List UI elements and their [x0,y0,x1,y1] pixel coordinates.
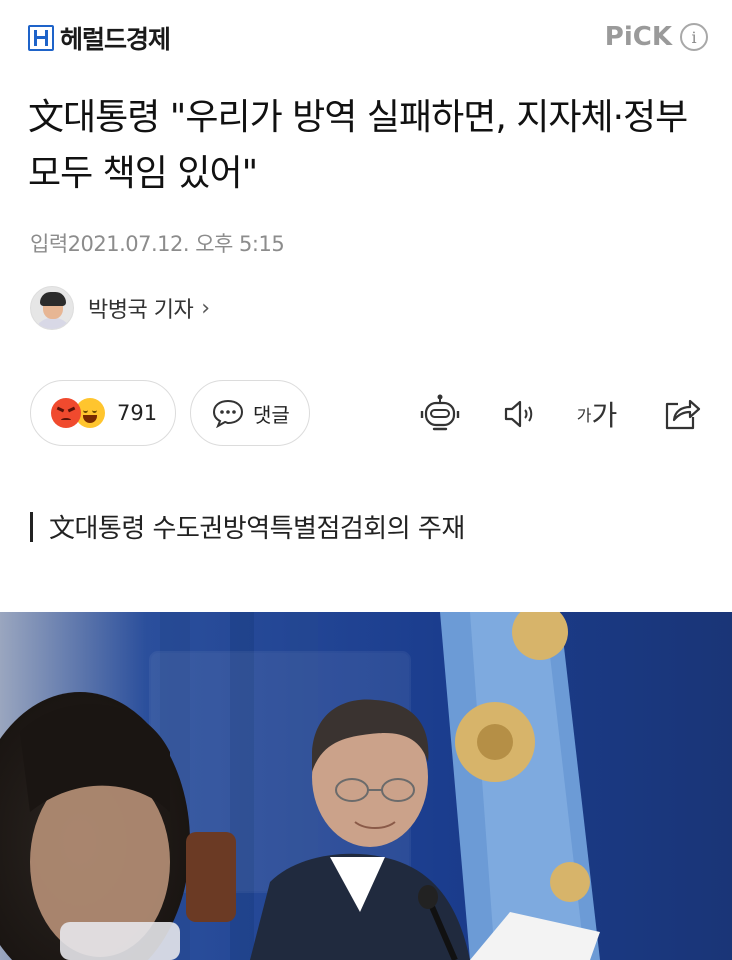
article-headline: 文대통령 "우리가 방역 실패하면, 지자체·정부 모두 책임 있어" [28,97,688,194]
pick-badge[interactable]: PiCK i [605,22,708,52]
chevron-right-icon: › [201,295,211,321]
font-size-button[interactable]: 가 가 [575,392,619,436]
font-small-label: 가 [576,406,592,425]
share-icon [665,399,701,430]
pick-label: PiCK [604,22,672,52]
font-large-label: 가 [591,399,618,432]
reporter-link[interactable]: 박병국 기자 › [30,286,210,330]
brand-mark-icon [28,25,54,51]
comment-label: 댓글 [253,402,290,427]
photo-caption: 文대통령 수도권방역특별점검회의 주재 [30,508,465,545]
brand-logo[interactable]: 헤럴드경제 [28,20,171,56]
caption-bar [30,511,33,542]
brand-name: 헤럴드경제 [60,25,171,54]
caption-text: 文대통령 수도권방역특별점검회의 주재 [49,514,465,544]
photo-illustration [0,612,732,960]
action-bar: 791 댓글 가 가 [30,380,710,446]
reaction-count: 791 [117,401,158,425]
speaker-icon [504,400,533,428]
reporter-name: 박병국 기자 [88,298,194,323]
reaction-button[interactable]: 791 [30,380,176,446]
angry-emoji-icon [51,398,81,428]
top-header: 헤럴드경제 PiCK i [0,0,732,78]
article-photo[interactable] [0,612,732,960]
publish-date: 입력2021.07.12. 오후 5:15 [30,232,285,256]
reporter-avatar [30,286,74,330]
share-button[interactable] [660,392,704,436]
comment-button[interactable]: 댓글 [190,380,310,446]
audio-button[interactable] [498,392,542,436]
summary-bot-button[interactable] [418,392,462,436]
robot-icon [420,394,460,431]
speech-bubble-icon [212,399,244,428]
info-icon[interactable]: i [680,23,708,51]
